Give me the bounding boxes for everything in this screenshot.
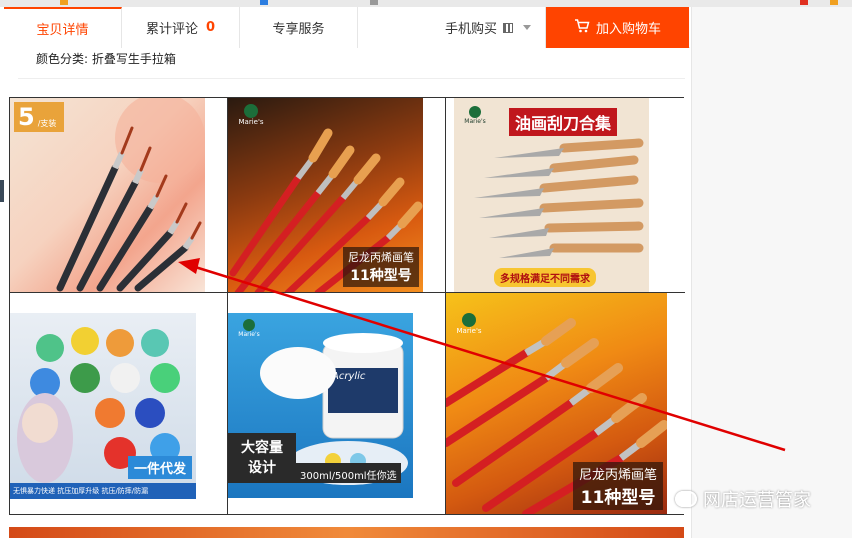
watermark: 网店运营管家 (675, 486, 811, 512)
annotation-arrow (178, 258, 786, 452)
chat-bubble-icon (675, 491, 697, 507)
product-detail-page: 宝贝详情 累计评论 0 专享服务 手机购买 加入购物车 颜色分类: 折叠写生手拉… (0, 0, 852, 538)
watermark-text: 网店运营管家 (703, 490, 811, 511)
